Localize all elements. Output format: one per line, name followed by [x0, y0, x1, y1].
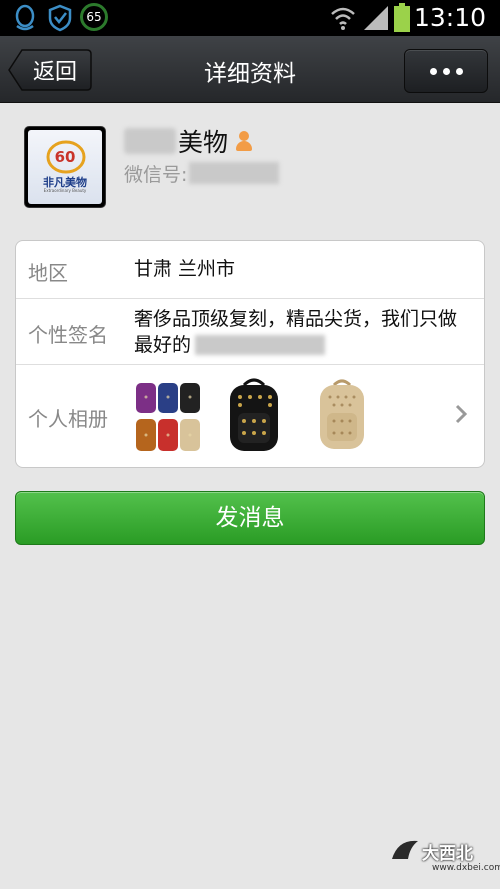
album-label: 个人相册: [28, 407, 108, 431]
watermark-logo-icon: [392, 840, 418, 859]
title-bar: 返回 详细资料: [0, 36, 500, 103]
speed-badge-icon: 65: [80, 3, 108, 31]
more-dot: [455, 67, 463, 75]
region-label: 地区: [28, 261, 68, 285]
more-dot: [442, 67, 450, 75]
logo-subtext: Extraordinary Beauty: [43, 188, 87, 193]
wifi-icon: [331, 7, 355, 30]
female-icon: [236, 131, 253, 151]
badge-number: 65: [86, 10, 102, 24]
clock: 13:10: [413, 3, 486, 32]
signature-line-2: 最好的: [134, 334, 192, 356]
profile-name: 美物: [178, 128, 229, 157]
watermark-text: 大西北: [422, 844, 473, 864]
battery-icon: [394, 3, 410, 32]
backpacks-colors-photo[interactable]: [134, 375, 204, 457]
watermark-url: www.dxbei.com: [432, 863, 500, 873]
page-title: 详细资料: [204, 61, 296, 87]
wechat-id-label: 微信号:: [124, 163, 188, 186]
black-backpack-photo[interactable]: [214, 375, 294, 457]
signal-icon: [364, 6, 388, 30]
signature-label: 个性签名: [28, 323, 108, 347]
region-value: 甘肃 兰州市: [134, 258, 236, 280]
shield-icon: [48, 4, 72, 32]
logo-badge: 60: [54, 148, 76, 166]
chevron-right-icon: [455, 404, 468, 424]
signature-line-1: 奢侈品顶级复刻，精品尖货，我们只做: [134, 308, 458, 330]
signature-redaction: [195, 335, 326, 355]
name-redaction: [124, 128, 176, 154]
more-button[interactable]: [404, 49, 488, 93]
album-row[interactable]: 个人相册: [16, 365, 484, 467]
qq-icon: [15, 4, 35, 31]
region-row: 地区 甘肃 兰州市: [16, 241, 484, 299]
beige-backpack-photo[interactable]: [302, 375, 382, 457]
watermark: 大西北 www.dxbei.com: [388, 829, 500, 885]
signature-value: 奢侈品顶级复刻，精品尖货，我们只做 最好的: [134, 306, 457, 358]
wechat-id-row: 微信号:: [124, 160, 280, 186]
signature-row: 个性签名 奢侈品顶级复刻，精品尖货，我们只做 最好的: [16, 299, 484, 365]
back-label: 返回: [32, 60, 77, 85]
avatar-logo: 60 非凡美物 Extraordinary Beauty: [28, 130, 102, 204]
avatar[interactable]: 60 非凡美物 Extraordinary Beauty: [24, 126, 106, 208]
details-card: 地区 甘肃 兰州市 个性签名 奢侈品顶级复刻，精品尖货，我们只做 最好的 个人相…: [15, 240, 485, 468]
back-button[interactable]: 返回: [8, 49, 92, 91]
signature-line-2-row: 最好的: [134, 332, 457, 358]
more-dot: [429, 67, 437, 75]
wechat-id-redaction: [189, 162, 280, 184]
profile-name-row: 美物: [124, 124, 253, 158]
send-message-button[interactable]: 发消息: [15, 491, 485, 545]
status-bar: 65 13:10: [0, 0, 500, 36]
